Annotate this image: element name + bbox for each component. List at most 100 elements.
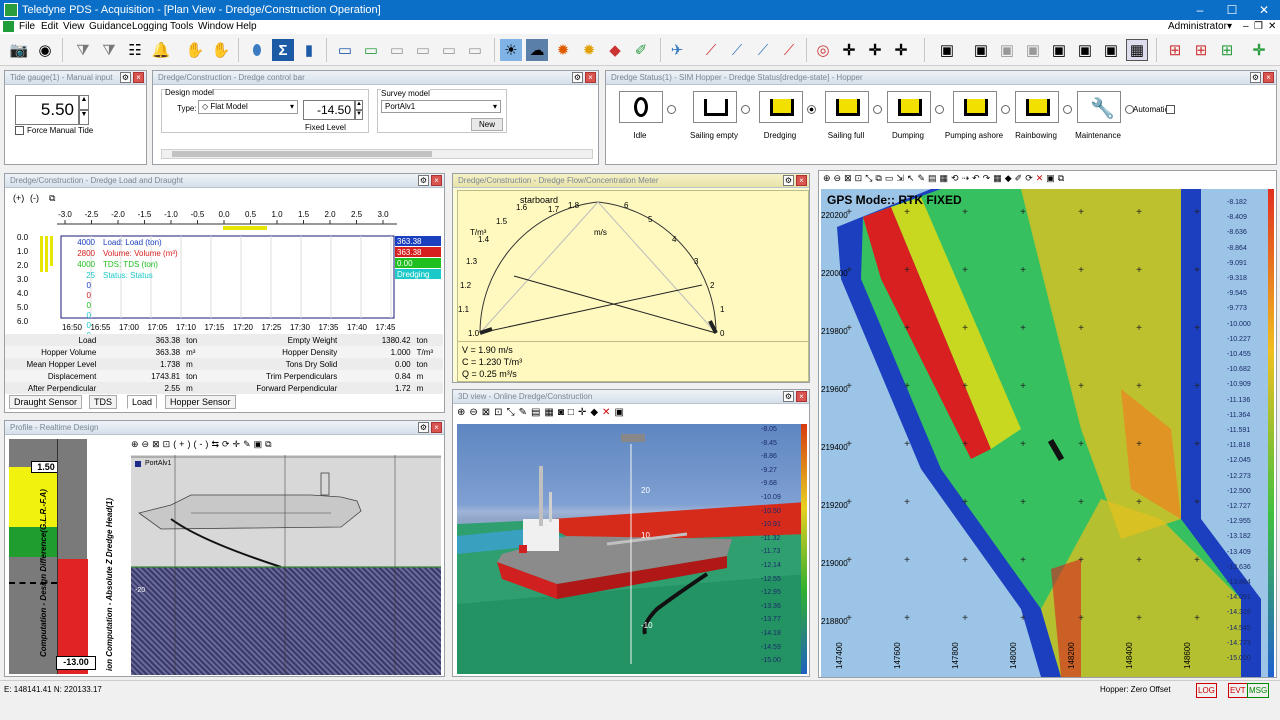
zoom-in-icon[interactable]: ⊕ <box>457 407 469 418</box>
add-point-icon[interactable]: ✛ <box>864 39 886 61</box>
rotate-icon[interactable]: ⟳ <box>222 439 233 449</box>
hand-icon[interactable]: ✋ <box>184 39 206 61</box>
plan-toolbar[interactable]: ⊕⊖⊠⊡⤡⧉▭⇲↖✎▤▦⟲⇢↶↷▦◆✐⟳✕▣⧉ <box>823 173 1273 189</box>
state-radio-7[interactable] <box>1063 105 1072 114</box>
run-icon[interactable] <box>3 21 14 32</box>
film-reel-icon[interactable]: ◉ <box>34 39 56 61</box>
redo-icon[interactable]: ↷ <box>983 173 994 183</box>
state-radio-1[interactable] <box>667 105 676 114</box>
state-radio-6[interactable] <box>1001 105 1010 114</box>
panel-settings-icon[interactable]: ⚙ <box>1250 72 1261 83</box>
window-grey-2-icon[interactable]: ▭ <box>412 39 434 61</box>
evt-indicator[interactable]: EVT <box>1228 683 1248 698</box>
menu-tools[interactable]: Tools <box>170 20 193 34</box>
fixed-spin-up[interactable]: ▲ <box>355 100 363 110</box>
chevron-down-icon[interactable]: ▾ <box>1227 20 1232 34</box>
state-radio-2[interactable] <box>741 105 750 114</box>
window-grey-1-icon[interactable]: ▭ <box>386 39 408 61</box>
layers-icon[interactable]: ▣ <box>1046 173 1058 183</box>
crosshair-icon[interactable]: ✛ <box>838 39 860 61</box>
state-button-2[interactable] <box>693 91 737 123</box>
state-radio-3[interactable] <box>807 105 816 114</box>
user-dropdown[interactable]: Administrator <box>1168 20 1227 34</box>
panel-close-icon[interactable]: × <box>133 72 144 83</box>
close-button[interactable]: ✕ <box>1248 0 1280 20</box>
square-icon[interactable]: □ <box>568 407 578 418</box>
fixed-level-input[interactable]: -14.50 <box>303 100 355 120</box>
brush-icon[interactable]: ✐ <box>1015 173 1026 183</box>
knife-red-icon[interactable]: ⟋ <box>700 39 722 61</box>
tab-draught-sensor[interactable]: Draught Sensor <box>9 395 83 409</box>
menu-file[interactable]: File <box>19 20 35 34</box>
zoom-in-icon[interactable]: (+) <box>13 193 24 203</box>
pick-icon[interactable]: ✎ <box>917 173 928 183</box>
frame-icon[interactable]: ▭ <box>885 173 897 183</box>
panel-settings-icon[interactable]: ⚙ <box>572 72 583 83</box>
sky-cloud-icon[interactable]: ☁ <box>526 39 548 61</box>
state-button-4[interactable] <box>825 91 869 123</box>
sigma-icon[interactable]: Σ <box>272 39 294 61</box>
zoom-rect-icon[interactable]: ⊡ <box>494 407 506 418</box>
save-icon[interactable]: ▣ <box>936 39 958 61</box>
window-grey-3-icon[interactable]: ▭ <box>438 39 460 61</box>
menu-edit[interactable]: Edit <box>41 20 58 34</box>
swap-icon[interactable]: ⇆ <box>211 439 222 449</box>
rotate-icon[interactable]: ⟳ <box>1025 173 1036 183</box>
view3d-canvas[interactable]: 20 10 -10 -8.05 -8.45 -8.86 -9.27 -9.68 -10.0… <box>457 424 807 674</box>
mdi-minimize[interactable]: – <box>1243 20 1249 34</box>
maximize-button[interactable]: ☐ <box>1216 0 1248 20</box>
copy-icon[interactable]: ⧉ <box>49 193 55 204</box>
bar-gauge-icon[interactable]: ▮ <box>298 39 320 61</box>
select-icon[interactable]: ↖ <box>907 173 918 183</box>
knife-blue-2-icon[interactable]: ⟋ <box>752 39 774 61</box>
sync-icon[interactable]: ⟲ <box>951 173 962 183</box>
filter-settings-icon[interactable]: ⧩ <box>98 39 120 61</box>
zoom-minus-icon[interactable]: (-) <box>193 439 211 449</box>
panel-close-icon[interactable]: × <box>431 422 442 433</box>
bell-icon[interactable]: 🔔 <box>150 39 172 61</box>
grid-icon[interactable]: ▦ <box>940 173 952 183</box>
grid-icon[interactable]: ▦ <box>544 407 557 418</box>
zoom-rect-icon[interactable]: ⊡ <box>855 173 866 183</box>
tab-load[interactable]: Load <box>127 395 158 409</box>
line-add-icon[interactable]: ⊞ <box>1164 39 1186 61</box>
tab-tds[interactable]: TDS <box>89 395 117 409</box>
window-icon[interactable]: ▭ <box>334 39 356 61</box>
line-add-2-icon[interactable]: ⊞ <box>1190 39 1212 61</box>
copy-icon[interactable]: ⧉ <box>265 439 274 449</box>
profile-toolbar[interactable]: ⊕⊖⊠⊡(+)(-)⇆⟳✛✎▣⧉ <box>131 439 441 455</box>
knife-blue-icon[interactable]: ⟋ <box>726 39 748 61</box>
zoom-fit-icon[interactable]: ⊠ <box>482 407 494 418</box>
sun-yellow-icon[interactable]: ✹ <box>578 39 600 61</box>
mdi-close[interactable]: ✕ <box>1268 20 1276 34</box>
menu-guidance[interactable]: Guidance <box>89 20 132 34</box>
panel-close-icon[interactable]: × <box>585 72 596 83</box>
window-grey-4-icon[interactable]: ▭ <box>464 39 486 61</box>
track-icon[interactable]: ⇲ <box>896 173 907 183</box>
copy2-icon[interactable]: ⧉ <box>1058 173 1067 183</box>
survey-model-select[interactable]: PortAlv1 ▾ <box>381 100 501 113</box>
mdi-restore[interactable]: ❐ <box>1254 20 1263 34</box>
horizontal-scrollbar[interactable] <box>161 149 593 159</box>
tab-hopper-sensor[interactable]: Hopper Sensor <box>165 395 236 409</box>
pan-icon[interactable]: ⤡ <box>865 173 875 183</box>
tide-spin-up[interactable]: ▲ <box>79 95 89 110</box>
move-icon[interactable]: ✛ <box>233 439 244 449</box>
tide-spin-down[interactable]: ▼ <box>79 110 89 125</box>
zoom-fit-icon[interactable]: ⊠ <box>152 439 163 449</box>
layers-icon[interactable]: ▣ <box>614 407 627 418</box>
shapes-icon[interactable]: ◆ <box>604 39 626 61</box>
add-marker-icon[interactable]: ✛ <box>890 39 912 61</box>
ruler-icon[interactable]: ▤ <box>531 407 544 418</box>
sky-day-icon[interactable]: ☀ <box>500 39 522 61</box>
measure-icon[interactable]: ✎ <box>519 407 531 418</box>
state-button-6[interactable] <box>953 91 997 123</box>
menu-window[interactable]: Window <box>198 20 234 34</box>
panel-close-icon[interactable]: × <box>431 175 442 186</box>
tide-value-input[interactable]: 5.50 <box>15 95 79 125</box>
state-button-5[interactable] <box>887 91 931 123</box>
menu-help[interactable]: Help <box>236 20 257 34</box>
layers-icon[interactable]: ▣ <box>254 439 266 449</box>
hand-arrow-icon[interactable]: ✋ <box>210 39 232 61</box>
add-icon[interactable]: ✛ <box>1248 39 1270 61</box>
